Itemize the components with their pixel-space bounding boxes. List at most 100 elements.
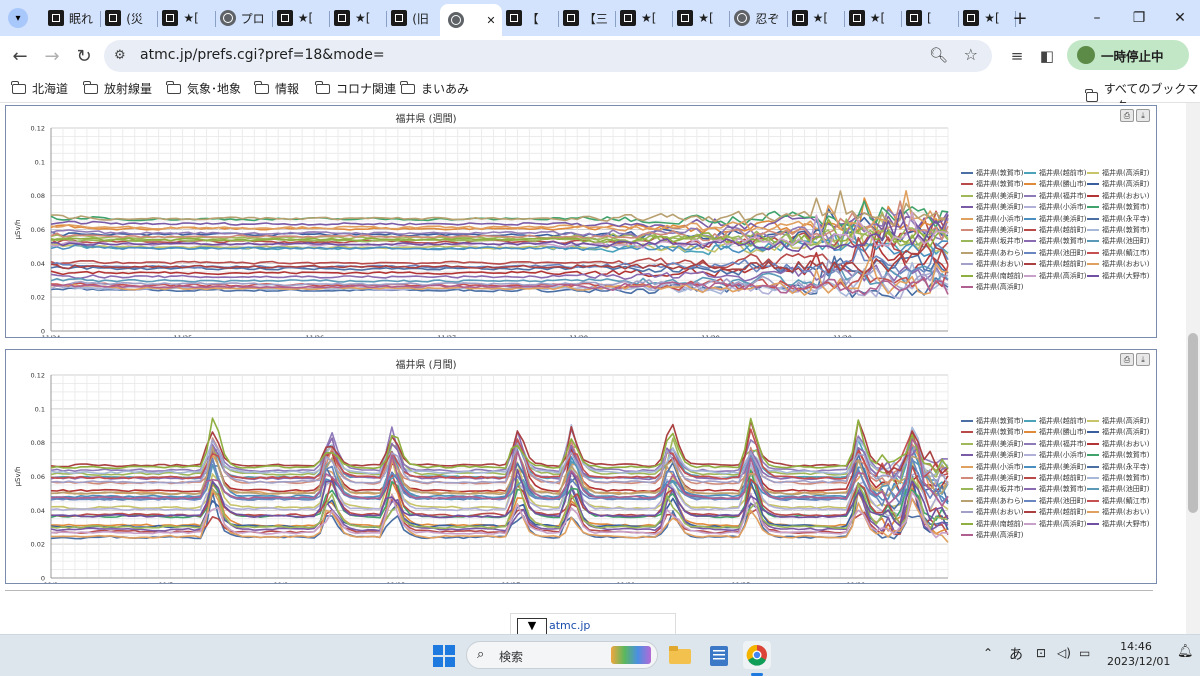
legend-item[interactable]: 福井県(越前町) bbox=[1024, 259, 1086, 269]
restore-button[interactable]: ❐ bbox=[1127, 6, 1151, 30]
page-scrollbar[interactable] bbox=[1186, 103, 1200, 634]
legend-item[interactable]: 福井県(越前市) bbox=[1024, 168, 1086, 178]
tab[interactable]: 眠れ bbox=[40, 4, 102, 32]
ime-indicator[interactable]: あ bbox=[1009, 644, 1023, 664]
notification-bell-icon[interactable]: 🔔︎ bbox=[1177, 644, 1194, 659]
volume-icon[interactable]: ◁) bbox=[1057, 646, 1071, 660]
legend-item[interactable]: 福井県(美浜町) bbox=[961, 225, 1023, 235]
legend-item[interactable]: 福井県(高浜町) bbox=[1087, 179, 1149, 189]
legend-item[interactable]: 福井県(福井市) bbox=[1024, 191, 1086, 201]
tab[interactable]: ★[ bbox=[784, 4, 845, 32]
close-tab-icon[interactable]: ✕ bbox=[486, 14, 495, 27]
taskbar-clock[interactable]: 14:46 2023/12/01 bbox=[1107, 639, 1170, 669]
legend-item[interactable]: 福井県(大野市) bbox=[1087, 271, 1149, 281]
address-bar[interactable]: ⚙ atmc.jp/prefs.cgi?pref=18&mode= 🔍︎ ☆ bbox=[104, 40, 992, 72]
legend-item[interactable]: 福井県(小浜市) bbox=[1024, 450, 1086, 460]
legend-item[interactable]: 福井県(高浜町) bbox=[961, 530, 1023, 540]
scrollbar-thumb[interactable] bbox=[1188, 333, 1198, 513]
back-button[interactable]: ← bbox=[8, 44, 32, 68]
legend-item[interactable]: 福井県(おおい) bbox=[961, 259, 1023, 269]
legend-item[interactable]: 福井県(美浜町) bbox=[961, 191, 1023, 201]
tab[interactable]: 【 bbox=[498, 4, 559, 32]
bookmark-folder[interactable]: コロナ関連 bbox=[315, 80, 396, 97]
bookmark-star-icon[interactable]: ☆ bbox=[964, 45, 978, 64]
legend-item[interactable]: 福井県(おおい) bbox=[961, 507, 1023, 517]
bookmark-folder[interactable]: 気象･地象 bbox=[166, 80, 241, 97]
legend-item[interactable]: 福井県(敦賀市) bbox=[1024, 484, 1086, 494]
bookmark-folder[interactable]: まいあみ bbox=[400, 80, 469, 97]
legend-item[interactable]: 福井県(おおい) bbox=[1087, 439, 1149, 449]
legend-item[interactable]: 福井県(敦賀市) bbox=[1087, 450, 1149, 460]
legend-item[interactable]: 福井県(永平寺) bbox=[1087, 462, 1149, 472]
legend-item[interactable]: 福井県(美浜町) bbox=[1024, 462, 1086, 472]
tab[interactable]: [ bbox=[898, 4, 960, 32]
legend-item[interactable]: 福井県(小浜市) bbox=[1024, 202, 1086, 212]
legend-item[interactable]: 福井県(小浜市) bbox=[961, 462, 1023, 472]
tab[interactable]: (旧 bbox=[383, 4, 445, 32]
legend-item[interactable]: 福井県(美浜町) bbox=[961, 439, 1023, 449]
legend-item[interactable]: 福井県(高浜町) bbox=[1024, 271, 1086, 281]
legend-item[interactable]: 福井県(高浜町) bbox=[1087, 168, 1149, 178]
legend-item[interactable]: 福井県(小浜市) bbox=[961, 214, 1023, 224]
legend-item[interactable]: 福井県(坂井市) bbox=[961, 236, 1023, 246]
tab[interactable]: ★[ bbox=[269, 4, 330, 32]
download-icon[interactable]: ⤓ bbox=[1136, 109, 1150, 122]
reading-list-button[interactable]: ≡ bbox=[1005, 44, 1029, 68]
tab[interactable]: ★[ bbox=[955, 4, 1017, 32]
legend-item[interactable]: 福井県(美浜町) bbox=[961, 202, 1023, 212]
chevron-up-icon[interactable]: ⌃ bbox=[983, 646, 993, 660]
chrome-button[interactable] bbox=[743, 641, 771, 669]
reload-button[interactable]: ↻ bbox=[72, 44, 96, 68]
print-icon[interactable]: ⎙ bbox=[1120, 109, 1134, 122]
legend-item[interactable]: 福井県(勝山市) bbox=[1024, 427, 1086, 437]
bookmark-folder[interactable]: 北海道 bbox=[11, 80, 68, 97]
legend-item[interactable]: 福井県(鯖江市) bbox=[1087, 248, 1149, 258]
legend-item[interactable]: 福井県(越前町) bbox=[1024, 225, 1086, 235]
legend-item[interactable]: 福井県(敦賀市) bbox=[961, 168, 1023, 178]
legend-item[interactable]: 福井県(越前市) bbox=[1024, 416, 1086, 426]
legend-item[interactable]: 福井県(鯖江市) bbox=[1087, 496, 1149, 506]
legend-item[interactable]: 福井県(南越前) bbox=[961, 519, 1023, 529]
legend-item[interactable]: 福井県(勝山市) bbox=[1024, 179, 1086, 189]
tab-search-button[interactable]: ▾ bbox=[8, 8, 28, 28]
legend-item[interactable]: 福井県(坂井市) bbox=[961, 484, 1023, 494]
legend-item[interactable]: 福井県(高浜町) bbox=[1087, 416, 1149, 426]
taskbar-search[interactable]: ⌕ 検索 bbox=[466, 641, 658, 669]
battery-icon[interactable]: ▭ bbox=[1079, 646, 1090, 660]
side-panel-button[interactable]: ◧ bbox=[1035, 44, 1059, 68]
legend-item[interactable]: 福井県(敦賀市) bbox=[1087, 202, 1149, 212]
tab[interactable]: ★[ bbox=[669, 4, 731, 32]
legend-item[interactable]: 福井県(敦賀市) bbox=[1087, 225, 1149, 235]
legend-item[interactable]: 福井県(美浜町) bbox=[1024, 214, 1086, 224]
tab[interactable]: 【三 bbox=[555, 4, 616, 32]
legend-item[interactable]: 福井県(大野市) bbox=[1087, 519, 1149, 529]
legend-item[interactable]: 福井県(おおい) bbox=[1087, 191, 1149, 201]
legend-item[interactable]: 福井県(池田町) bbox=[1087, 484, 1149, 494]
legend-item[interactable]: 福井県(おおい) bbox=[1087, 259, 1149, 269]
legend-item[interactable]: 福井県(敦賀市) bbox=[1024, 236, 1086, 246]
legend-item[interactable]: 福井県(敦賀市) bbox=[1087, 473, 1149, 483]
tab[interactable]: 忍ぞ bbox=[726, 4, 788, 32]
legend-item[interactable]: 福井県(池田町) bbox=[1024, 248, 1086, 258]
legend-item[interactable]: 福井県(池田町) bbox=[1024, 496, 1086, 506]
legend-item[interactable]: 福井県(高浜町) bbox=[961, 282, 1023, 292]
site-info-icon[interactable]: ⚙ bbox=[114, 48, 126, 63]
legend-item[interactable]: 福井県(あわら) bbox=[961, 248, 1023, 258]
legend-item[interactable]: 福井県(おおい) bbox=[1087, 507, 1149, 517]
profile-button[interactable]: 一時停止中 bbox=[1067, 40, 1189, 70]
legend-item[interactable]: 福井県(高浜町) bbox=[1024, 519, 1086, 529]
legend-item[interactable]: 福井県(高浜町) bbox=[1087, 427, 1149, 437]
start-button[interactable] bbox=[433, 645, 455, 667]
print-icon[interactable]: ⎙ bbox=[1120, 353, 1134, 366]
legend-item[interactable]: 福井県(美浜町) bbox=[961, 473, 1023, 483]
legend-item[interactable]: 福井県(福井市) bbox=[1024, 439, 1086, 449]
close-window-button[interactable]: ✕ bbox=[1168, 6, 1192, 30]
legend-item[interactable]: 福井県(敦賀市) bbox=[961, 416, 1023, 426]
network-icon[interactable]: ⊡ bbox=[1036, 646, 1046, 660]
legend-item[interactable]: 福井県(越前町) bbox=[1024, 473, 1086, 483]
tab[interactable]: プロ bbox=[212, 4, 273, 32]
zoom-icon[interactable]: 🔍︎ bbox=[929, 46, 948, 64]
tab[interactable]: ★[ bbox=[154, 4, 216, 32]
minimize-button[interactable]: – bbox=[1085, 6, 1109, 30]
legend-item[interactable]: 福井県(敦賀市) bbox=[961, 179, 1023, 189]
